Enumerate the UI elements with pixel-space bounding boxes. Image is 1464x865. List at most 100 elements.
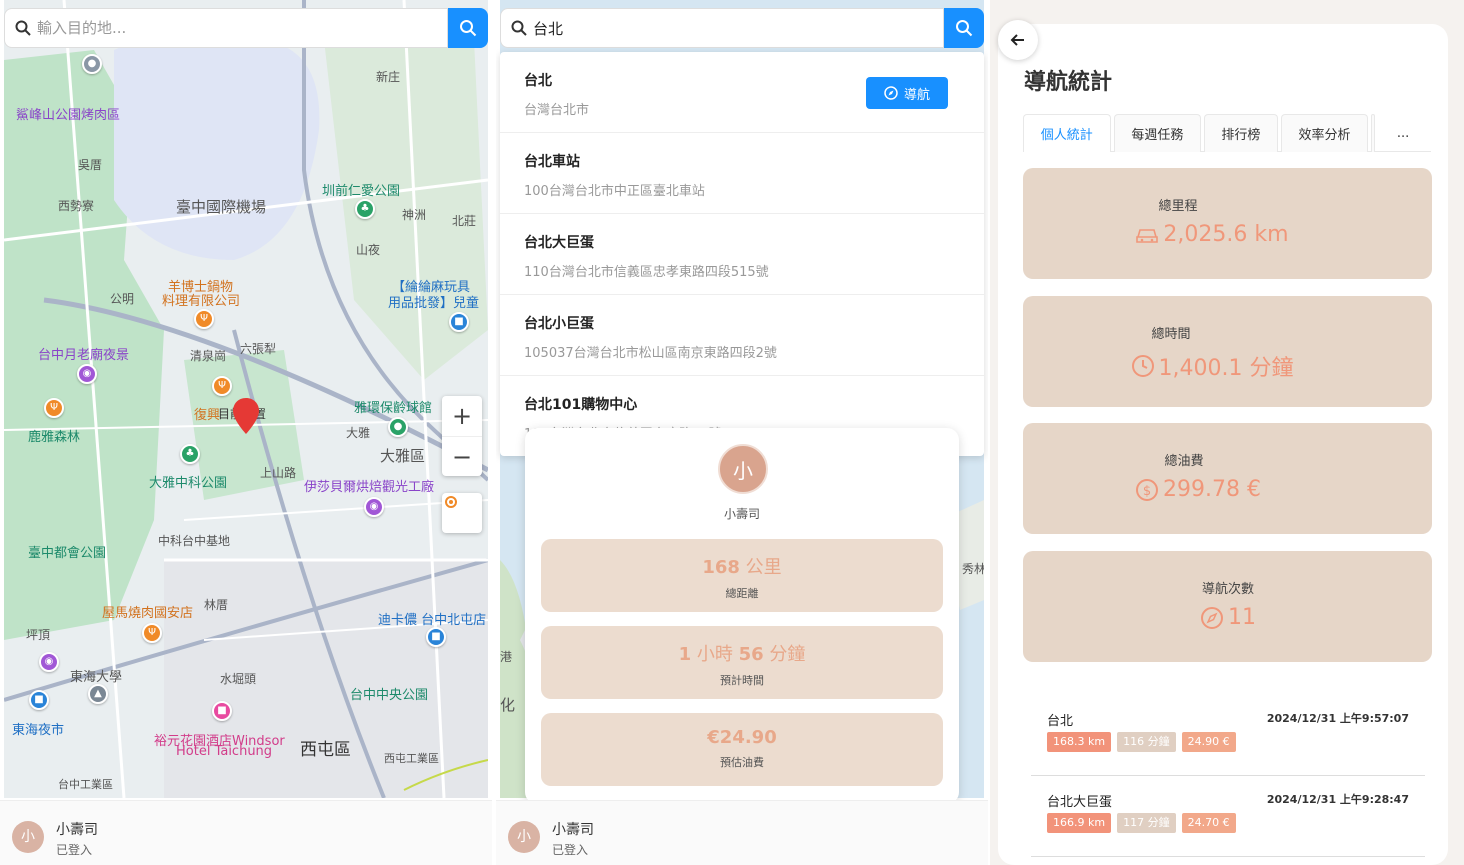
login-status: 已登入 (552, 843, 589, 857)
user-name: 小壽司 (552, 822, 594, 838)
map-label: 台中月老廟夜景 (38, 348, 130, 363)
total-time-box: 總時間 1,400.1 分鐘 (1023, 296, 1432, 407)
fuel-stat: €24.90 預估油費 (541, 713, 943, 786)
car-icon (1136, 228, 1159, 243)
shop-icon[interactable]: ■ (449, 312, 469, 332)
cart-icon[interactable]: ■ (29, 690, 49, 710)
dollar-icon: $ (1136, 478, 1159, 501)
distance-tag: 166.9 km (1047, 813, 1112, 833)
current-location-marker-icon[interactable] (233, 398, 259, 434)
camera-icon[interactable]: ◉ (39, 652, 59, 672)
history-time: 2024/12/31 上午9:57:07 (1266, 712, 1409, 725)
back-button[interactable] (998, 20, 1038, 60)
restaurant-icon[interactable]: Ψ (44, 398, 64, 418)
zoom-out-button[interactable]: − (442, 436, 482, 476)
map-label: 清泉崗 (190, 349, 227, 363)
map-label: 屋馬燒肉國安店 (102, 606, 194, 621)
map-label: 新庄 (376, 70, 401, 84)
map-panel-search: 港 化 秀林 台北 台灣台北市 導航 台北車站 100台灣台北市中正區臺北車站 … (496, 0, 988, 865)
map-label: 西屯工業區 (384, 752, 439, 765)
search-result-item[interactable]: 台北車站 100台灣台北市中正區臺北車站 (500, 133, 984, 214)
park-icon[interactable]: ♣ (355, 199, 375, 219)
result-name: 台北101購物中心 (524, 397, 638, 413)
map-label: 山夜 (356, 243, 381, 257)
tab-more-button[interactable]: ... (1378, 114, 1428, 152)
map-label: 臺中國際機場 (176, 198, 267, 216)
restaurant-icon[interactable]: Ψ (212, 376, 232, 396)
map-label: 鯊峰山公園烤肉區 (16, 108, 121, 123)
shop-icon[interactable]: ■ (426, 627, 446, 647)
user-bar: 小 小壽司 已登入 (0, 800, 492, 865)
restaurant-icon[interactable]: Ψ (194, 309, 214, 329)
avatar[interactable]: 小 (508, 821, 540, 853)
compass-icon (1201, 606, 1223, 629)
map-label: 秀林 (962, 562, 984, 576)
stat-label: 總油費 (1164, 454, 1204, 469)
map-label: 上山路 (260, 466, 297, 480)
map-label: 西屯區 (300, 740, 351, 760)
camera-icon[interactable]: ◉ (77, 364, 97, 384)
stats-card: 導航統計 個人統計 每週任務 排行榜 效率分析 ... 總里程 2,025.6 … (998, 24, 1448, 865)
tab-efficiency[interactable]: 效率分析 (1280, 114, 1369, 152)
history-time: 2024/12/31 上午9:28:47 (1266, 793, 1409, 806)
search-bar (500, 8, 944, 48)
arrow-left-icon (1010, 34, 1024, 46)
history-item[interactable]: 台北 2024/12/31 上午9:57:07 168.3 km 116 分鐘 … (1031, 695, 1425, 776)
fuel-value: €24.90 (707, 727, 777, 748)
minutes-unit: 分鐘 (769, 644, 806, 665)
map-label: 神洲 (402, 208, 427, 222)
user-name: 小壽司 (723, 507, 760, 521)
search-results-dropdown: 台北 台灣台北市 導航 台北車站 100台灣台北市中正區臺北車站 台北大巨蛋 1… (500, 52, 984, 456)
duration-tag: 117 分鐘 (1117, 813, 1176, 833)
sports-icon[interactable]: ● (388, 417, 408, 437)
map-view[interactable]: 鯊峰山公園烤肉區 吳厝 西勢寮 新庄 臺中國際機場 圳前仁愛公園 神洲 北莊 山… (4, 0, 488, 798)
map-label: 坪頂 (26, 628, 51, 642)
location-pin-icon[interactable]: ● (82, 54, 102, 74)
school-icon[interactable]: ▲ (88, 684, 108, 704)
history-destination: 台北 (1047, 714, 1074, 729)
search-button[interactable] (448, 8, 488, 48)
history-item[interactable]: 台北大巨蛋 2024/12/31 上午9:28:47 166.9 km 117 … (1031, 776, 1425, 857)
navigate-button[interactable]: 導航 (866, 77, 948, 109)
map-label: 水堀頭 (220, 672, 257, 686)
map-label: 公明 (110, 292, 135, 306)
distance-unit: 公里 (745, 557, 782, 578)
navigation-count-box: 導航次數 11 (1023, 551, 1432, 662)
map-label: 吳厝 (78, 158, 103, 172)
login-status: 已登入 (56, 843, 93, 857)
avatar[interactable]: 小 (12, 821, 44, 853)
cost-tag: 24.70 € (1181, 813, 1236, 833)
tab-leaderboard[interactable]: 排行榜 (1204, 114, 1278, 152)
compass-icon (884, 86, 898, 100)
destination-input[interactable] (37, 19, 447, 37)
tab-personal[interactable]: 個人統計 (1023, 114, 1111, 152)
fuel-label: 預估油費 (720, 756, 764, 769)
restaurant-icon[interactable]: Ψ (142, 623, 162, 643)
search-result-item[interactable]: 台北大巨蛋 110台灣台北市信義區忠孝東路四段515號 (500, 214, 984, 295)
park-icon[interactable]: ♣ (180, 444, 200, 464)
stat-value: 1,400.1 分鐘 (1158, 356, 1294, 381)
search-result-item[interactable]: 台北小巨蛋 105037台灣台北市松山區南京東路四段2號 (500, 295, 984, 376)
clock-icon (1131, 355, 1154, 377)
total-distance-box: 總里程 2,025.6 km (1023, 168, 1432, 279)
tab-overflow-edge (1371, 114, 1376, 152)
map-label: 大雅 (346, 426, 371, 440)
camera-icon[interactable]: ◉ (364, 497, 384, 517)
cost-tag: 24.90 € (1181, 732, 1236, 752)
svg-text:$: $ (1143, 484, 1151, 499)
tab-weekly-tasks[interactable]: 每週任務 (1113, 114, 1202, 152)
navigation-stats-panel: 導航統計 個人統計 每週任務 排行榜 效率分析 ... 總里程 2,025.6 … (990, 0, 1464, 865)
hotel-icon[interactable]: ■ (212, 701, 232, 721)
zoom-in-button[interactable]: + (442, 396, 482, 436)
map-label: 伊莎貝爾烘焙觀光工廠 (304, 480, 435, 495)
search-result-item[interactable]: 台北 台灣台北市 導航 (500, 52, 984, 133)
result-address: 100台灣台北市中正區臺北車站 (524, 184, 705, 199)
locate-button[interactable] (442, 493, 482, 533)
distance-label: 總距離 (725, 587, 759, 600)
distance-stat: 168 公里 總距離 (541, 539, 943, 612)
result-address: 110台灣台北市信義區忠孝東路四段515號 (524, 265, 769, 280)
user-name: 小壽司 (56, 822, 98, 838)
search-button[interactable] (944, 8, 984, 48)
stat-value: 299.78 € (1163, 477, 1261, 502)
destination-input[interactable] (533, 19, 943, 37)
